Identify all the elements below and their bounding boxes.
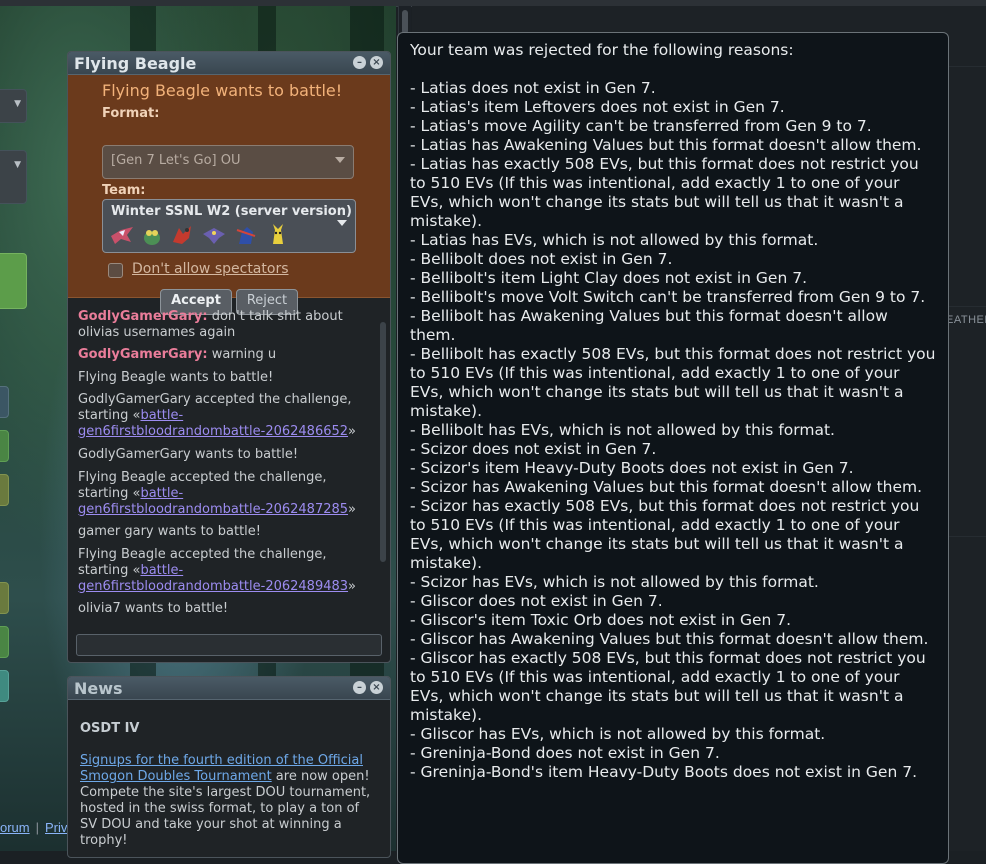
team-select[interactable]: Winter SSNL W2 (server version) [102, 199, 356, 253]
rejection-line: - Gliscor does not exist in Gen 7. [410, 592, 663, 610]
chat-input[interactable] [76, 634, 382, 656]
side-button-partial[interactable] [0, 670, 9, 702]
news-window-titlebar[interactable]: News – × [68, 677, 390, 700]
chat-username[interactable]: GodlyGamerGary: [78, 309, 208, 324]
chat-message: GodlyGamerGary: don't talk shit about ol… [78, 309, 358, 341]
minimize-icon[interactable]: – [353, 56, 366, 69]
rejection-line: - Scizor's item Heavy-Duty Boots does no… [410, 459, 854, 477]
rejection-line: - Bellibolt's move Volt Switch can't be … [410, 288, 926, 306]
news-window-title: News [74, 679, 123, 698]
rejection-line: - Gliscor has Awakening Values but this … [410, 630, 929, 648]
latias-icon [111, 227, 133, 244]
minimize-icon[interactable]: – [353, 681, 366, 694]
team-dropdown-partial[interactable] [0, 150, 27, 204]
rejection-line: - Latias's move Agility can't be transfe… [410, 117, 872, 135]
format-label: Format: [102, 106, 160, 121]
side-button-partial[interactable] [0, 386, 9, 418]
format-value: [Gen 7 Let's Go] OU [111, 153, 241, 168]
news-headline: OSDT IV [80, 721, 140, 736]
spectators-checkbox[interactable] [108, 263, 123, 278]
format-select[interactable]: [Gen 7 Let's Go] OU [102, 145, 354, 179]
rejection-line: - Scizor has Awakening Values but this f… [410, 478, 923, 496]
weather-label: EATHER [946, 314, 986, 326]
rejection-line: - Bellibolt has EVs, which is not allowe… [410, 421, 835, 439]
rejection-line: - Scizor has EVs, which is not allowed b… [410, 573, 819, 591]
chevron-down-icon [337, 220, 347, 226]
chat-message: GodlyGamerGary: warning u [78, 347, 358, 363]
team-rejected-popup: Your team was rejected for the following… [397, 32, 949, 864]
popup-message: Your team was rejected for the following… [410, 41, 936, 782]
rejection-line: - Gliscor has EVs, which is not allowed … [410, 725, 826, 743]
rejection-line: - Gliscor's item Toxic Orb does not exis… [410, 611, 792, 629]
rejection-line [410, 60, 936, 79]
pikachu-icon [273, 224, 283, 244]
rejection-line: - Latias's item Leftovers does not exist… [410, 98, 785, 116]
pm-window: Flying Beagle – × Flying Beagle wants to… [67, 51, 391, 663]
rejection-line: Your team was rejected for the following… [410, 41, 794, 59]
chat-text: Flying Beagle accepted the challenge, st… [78, 547, 327, 578]
chat-text: » [348, 424, 356, 439]
team-label: Team: [102, 183, 146, 198]
close-icon[interactable]: × [370, 56, 383, 69]
chat-message: olivia7 wants to battle! [78, 601, 229, 616]
chat-message: gamer gary wants to battle! [78, 524, 262, 539]
rejection-line: - Bellibolt has Awakening Values but thi… [410, 307, 893, 344]
rejection-line: - Bellibolt has exactly 508 EVs, but thi… [410, 345, 941, 420]
chat-text: GodlyGamerGary accepted the challenge, s… [78, 392, 352, 423]
gliscor-icon [203, 228, 225, 244]
format-dropdown-partial[interactable] [0, 89, 27, 123]
rejection-line: - Scizor does not exist in Gen 7. [410, 440, 657, 458]
team-name: Winter SSNL W2 (server version) [111, 204, 352, 219]
chat-text: warning u [207, 347, 277, 362]
chevron-down-icon [335, 157, 345, 163]
news-window: News – × OSDT IV Signups for the fourth … [67, 676, 391, 858]
pm-window-titlebar[interactable]: Flying Beagle – × [68, 52, 390, 75]
rejection-line: - Latias has exactly 508 EVs, but this f… [410, 155, 924, 230]
chat-message: Flying Beagle accepted the challenge, st… [78, 547, 358, 595]
side-button-partial[interactable] [0, 582, 9, 614]
chat-log: GodlyGamerGary: don't talk shit about ol… [68, 299, 378, 629]
battle-button-partial[interactable] [0, 253, 27, 309]
chat-message: GodlyGamerGary accepted the challenge, s… [78, 392, 358, 440]
chat-message: GodlyGamerGary wants to battle! [78, 447, 299, 462]
rejection-line: - Latias has Awakening Values but this f… [410, 136, 922, 154]
rejection-line: - Gliscor has exactly 508 EVs, but this … [410, 649, 931, 724]
chat-message: Flying Beagle accepted the challenge, st… [78, 470, 358, 518]
chat-username[interactable]: GodlyGamerGary: [78, 347, 208, 362]
greninja-icon [236, 227, 256, 244]
close-icon[interactable]: × [370, 681, 383, 694]
rejection-line: - Greninja-Bond's item Heavy-Duty Boots … [410, 763, 917, 781]
side-button-partial[interactable] [0, 430, 9, 462]
news-body: Signups for the fourth edition of the Of… [80, 753, 380, 849]
rejection-line: - Bellibolt's item Light Clay does not e… [410, 269, 807, 287]
chat-text: » [348, 502, 356, 517]
side-button-partial[interactable] [0, 626, 9, 658]
rejection-line: - Greninja-Bond does not exist in Gen 7. [410, 744, 720, 762]
rejection-line: - Bellibolt does not exist in Gen 7. [410, 250, 673, 268]
rejection-line: - Latias does not exist in Gen 7. [410, 79, 656, 97]
spectators-label[interactable]: Don't allow spectators [132, 261, 289, 277]
bellibolt-icon [144, 230, 160, 245]
side-button-partial[interactable] [0, 474, 9, 506]
pm-window-title: Flying Beagle [74, 54, 197, 73]
chat-scrollbar[interactable] [380, 322, 386, 562]
footer-separator: | [35, 820, 40, 835]
challenge-heading: Flying Beagle wants to battle! [102, 81, 343, 100]
rejection-line: - Scizor has exactly 508 EVs, but this f… [410, 497, 925, 572]
forum-link[interactable]: orum [0, 820, 30, 835]
chat-text: » [348, 579, 356, 594]
chat-text: Flying Beagle accepted the challenge, st… [78, 470, 327, 501]
chat-message: Flying Beagle wants to battle! [78, 370, 274, 385]
challenge-panel: Flying Beagle wants to battle! Format: [… [68, 75, 390, 315]
rejection-line: - Latias has EVs, which is not allowed b… [410, 231, 819, 249]
scizor-icon [173, 226, 191, 244]
